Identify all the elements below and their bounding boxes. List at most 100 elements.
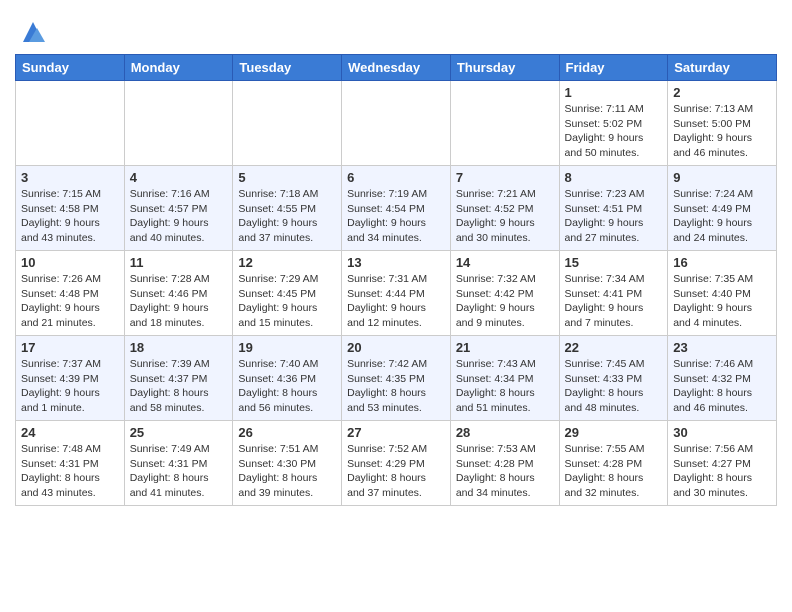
day-number: 20 <box>347 340 445 355</box>
logo-icon <box>19 18 47 46</box>
day-cell: 4 Sunrise: 7:16 AM Sunset: 4:57 PM Daylig… <box>124 166 233 251</box>
col-header-saturday: Saturday <box>668 55 777 81</box>
day-info: Sunrise: 7:16 AM Sunset: 4:57 PM Dayligh… <box>130 188 210 244</box>
day-cell: 5 Sunrise: 7:18 AM Sunset: 4:55 PM Daylig… <box>233 166 342 251</box>
day-info: Sunrise: 7:18 AM Sunset: 4:55 PM Dayligh… <box>238 188 318 244</box>
day-cell <box>450 81 559 166</box>
col-header-sunday: Sunday <box>16 55 125 81</box>
day-cell: 8Sunrise: 7:23 AM Sunset: 4:51 PM Daylig… <box>559 166 668 251</box>
day-number: 28 <box>456 425 554 440</box>
day-info: Sunrise: 7:35 AM Sunset: 4:40 PM Dayligh… <box>673 273 753 329</box>
week-row-3: 10 Sunrise: 7:26 AM Sunset: 4:48 PM Dayli… <box>16 251 777 336</box>
day-number: 22 <box>565 340 663 355</box>
day-info: Sunrise: 7:28 AM Sunset: 4:46 PM Dayligh… <box>130 273 210 329</box>
day-number: 16 <box>673 255 771 270</box>
day-info: Sunrise: 7:37 AM Sunset: 4:39 PM Dayligh… <box>21 358 101 414</box>
day-cell: 6 Sunrise: 7:19 AM Sunset: 4:54 PM Daylig… <box>342 166 451 251</box>
day-number: 25 <box>130 425 228 440</box>
day-cell: 21Sunrise: 7:43 AM Sunset: 4:34 PM Dayli… <box>450 336 559 421</box>
day-info: Sunrise: 7:13 AM Sunset: 5:00 PM Dayligh… <box>673 103 753 159</box>
day-cell: 19Sunrise: 7:40 AM Sunset: 4:36 PM Dayli… <box>233 336 342 421</box>
day-cell: 26Sunrise: 7:51 AM Sunset: 4:30 PM Dayli… <box>233 421 342 506</box>
day-number: 11 <box>130 255 228 270</box>
day-number: 18 <box>130 340 228 355</box>
day-cell: 18 Sunrise: 7:39 AM Sunset: 4:37 PM Dayli… <box>124 336 233 421</box>
day-cell: 14 Sunrise: 7:32 AM Sunset: 4:42 PM Dayli… <box>450 251 559 336</box>
day-number: 4 <box>130 170 228 185</box>
day-info: Sunrise: 7:46 AM Sunset: 4:32 PM Dayligh… <box>673 358 753 414</box>
day-cell <box>233 81 342 166</box>
col-header-wednesday: Wednesday <box>342 55 451 81</box>
day-info: Sunrise: 7:21 AM Sunset: 4:52 PM Dayligh… <box>456 188 536 244</box>
day-info: Sunrise: 7:48 AM Sunset: 4:31 PM Dayligh… <box>21 443 101 499</box>
day-info: Sunrise: 7:53 AM Sunset: 4:28 PM Dayligh… <box>456 443 536 499</box>
logo <box>15 18 47 46</box>
day-cell: 3 Sunrise: 7:15 AM Sunset: 4:58 PM Daylig… <box>16 166 125 251</box>
day-number: 1 <box>565 85 663 100</box>
day-cell: 15Sunrise: 7:34 AM Sunset: 4:41 PM Dayli… <box>559 251 668 336</box>
day-cell: 11 Sunrise: 7:28 AM Sunset: 4:46 PM Dayli… <box>124 251 233 336</box>
day-number: 14 <box>456 255 554 270</box>
day-number: 21 <box>456 340 554 355</box>
day-cell: 23 Sunrise: 7:46 AM Sunset: 4:32 PM Dayli… <box>668 336 777 421</box>
day-cell: 24 Sunrise: 7:48 AM Sunset: 4:31 PM Dayli… <box>16 421 125 506</box>
header-area <box>15 10 777 46</box>
day-info: Sunrise: 7:31 AM Sunset: 4:44 PM Dayligh… <box>347 273 427 329</box>
day-number: 29 <box>565 425 663 440</box>
day-info: Sunrise: 7:39 AM Sunset: 4:37 PM Dayligh… <box>130 358 210 414</box>
col-header-tuesday: Tuesday <box>233 55 342 81</box>
day-cell: 7 Sunrise: 7:21 AM Sunset: 4:52 PM Daylig… <box>450 166 559 251</box>
day-cell: 2 Sunrise: 7:13 AM Sunset: 5:00 PM Daylig… <box>668 81 777 166</box>
calendar-table: SundayMondayTuesdayWednesdayThursdayFrid… <box>15 54 777 506</box>
day-number: 23 <box>673 340 771 355</box>
day-info: Sunrise: 7:42 AM Sunset: 4:35 PM Dayligh… <box>347 358 427 414</box>
day-info: Sunrise: 7:52 AM Sunset: 4:29 PM Dayligh… <box>347 443 427 499</box>
day-number: 30 <box>673 425 771 440</box>
day-number: 5 <box>238 170 336 185</box>
day-info: Sunrise: 7:45 AM Sunset: 4:33 PM Dayligh… <box>565 358 645 414</box>
header-row: SundayMondayTuesdayWednesdayThursdayFrid… <box>16 55 777 81</box>
week-row-1: 1 Sunrise: 7:11 AM Sunset: 5:02 PM Daylig… <box>16 81 777 166</box>
day-cell: 28 Sunrise: 7:53 AM Sunset: 4:28 PM Dayli… <box>450 421 559 506</box>
day-info: Sunrise: 7:19 AM Sunset: 4:54 PM Dayligh… <box>347 188 427 244</box>
day-info: Sunrise: 7:26 AM Sunset: 4:48 PM Dayligh… <box>21 273 101 329</box>
day-number: 8 <box>565 170 663 185</box>
day-cell: 20 Sunrise: 7:42 AM Sunset: 4:35 PM Dayli… <box>342 336 451 421</box>
day-cell: 27 Sunrise: 7:52 AM Sunset: 4:29 PM Dayli… <box>342 421 451 506</box>
week-row-5: 24 Sunrise: 7:48 AM Sunset: 4:31 PM Dayli… <box>16 421 777 506</box>
day-info: Sunrise: 7:11 AM Sunset: 5:02 PM Dayligh… <box>565 103 644 159</box>
day-number: 2 <box>673 85 771 100</box>
day-cell: 22 Sunrise: 7:45 AM Sunset: 4:33 PM Dayli… <box>559 336 668 421</box>
day-info: Sunrise: 7:40 AM Sunset: 4:36 PM Dayligh… <box>238 358 318 414</box>
day-info: Sunrise: 7:24 AM Sunset: 4:49 PM Dayligh… <box>673 188 753 244</box>
day-info: Sunrise: 7:15 AM Sunset: 4:58 PM Dayligh… <box>21 188 101 244</box>
col-header-thursday: Thursday <box>450 55 559 81</box>
day-number: 13 <box>347 255 445 270</box>
day-number: 3 <box>21 170 119 185</box>
day-info: Sunrise: 7:51 AM Sunset: 4:30 PM Dayligh… <box>238 443 318 499</box>
day-cell <box>342 81 451 166</box>
day-number: 17 <box>21 340 119 355</box>
day-number: 27 <box>347 425 445 440</box>
day-cell: 12 Sunrise: 7:29 AM Sunset: 4:45 PM Dayli… <box>233 251 342 336</box>
week-row-2: 3 Sunrise: 7:15 AM Sunset: 4:58 PM Daylig… <box>16 166 777 251</box>
day-cell: 17 Sunrise: 7:37 AM Sunset: 4:39 PM Dayli… <box>16 336 125 421</box>
day-number: 10 <box>21 255 119 270</box>
day-info: Sunrise: 7:49 AM Sunset: 4:31 PM Dayligh… <box>130 443 210 499</box>
day-cell: 30 Sunrise: 7:56 AM Sunset: 4:27 PM Dayli… <box>668 421 777 506</box>
day-number: 24 <box>21 425 119 440</box>
day-cell: 10 Sunrise: 7:26 AM Sunset: 4:48 PM Dayli… <box>16 251 125 336</box>
day-cell: 16 Sunrise: 7:35 AM Sunset: 4:40 PM Dayli… <box>668 251 777 336</box>
week-row-4: 17 Sunrise: 7:37 AM Sunset: 4:39 PM Dayli… <box>16 336 777 421</box>
day-info: Sunrise: 7:32 AM Sunset: 4:42 PM Dayligh… <box>456 273 536 329</box>
day-info: Sunrise: 7:29 AM Sunset: 4:45 PM Dayligh… <box>238 273 318 329</box>
day-number: 7 <box>456 170 554 185</box>
day-number: 12 <box>238 255 336 270</box>
day-number: 6 <box>347 170 445 185</box>
day-cell: 29Sunrise: 7:55 AM Sunset: 4:28 PM Dayli… <box>559 421 668 506</box>
day-number: 9 <box>673 170 771 185</box>
day-info: Sunrise: 7:56 AM Sunset: 4:27 PM Dayligh… <box>673 443 753 499</box>
day-cell: 25 Sunrise: 7:49 AM Sunset: 4:31 PM Dayli… <box>124 421 233 506</box>
day-cell: 9 Sunrise: 7:24 AM Sunset: 4:49 PM Daylig… <box>668 166 777 251</box>
day-number: 15 <box>565 255 663 270</box>
